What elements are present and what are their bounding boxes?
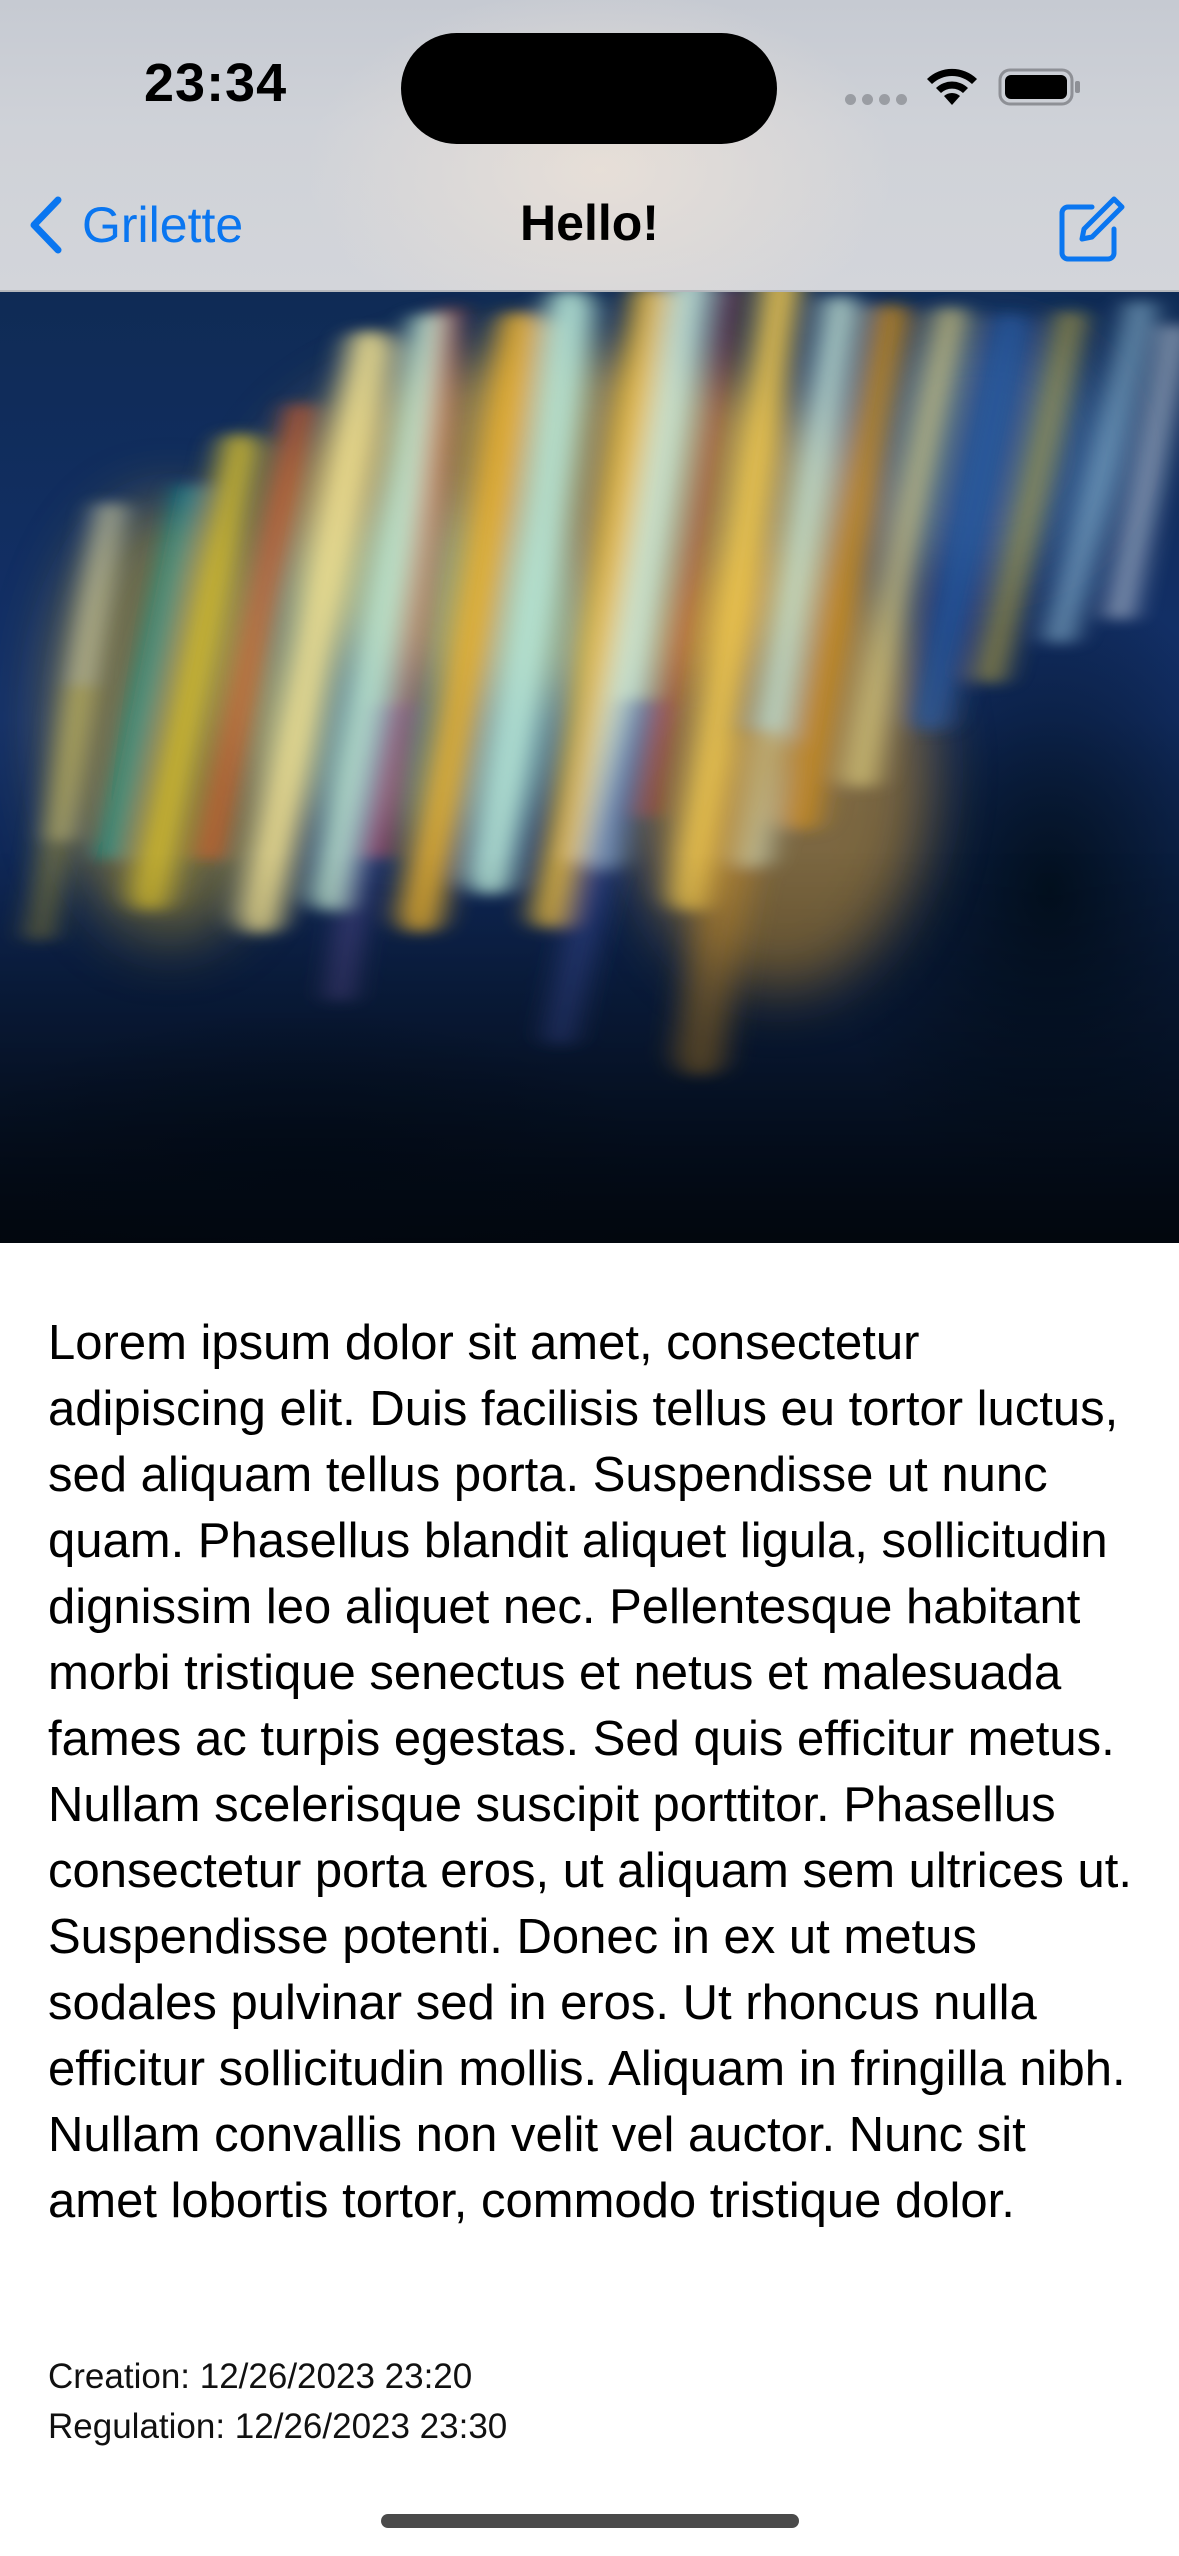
status-time: 23:34: [144, 53, 288, 113]
creation-date: Creation: 12/26/2023 23:20: [48, 2357, 473, 2396]
navigation-header: 23:34 Grilette Hello!: [0, 0, 1179, 292]
home-indicator[interactable]: [381, 2514, 799, 2528]
note-image: [0, 292, 1179, 1243]
note-body: Lorem ipsum dolor sit amet, consectetur …: [48, 1316, 1132, 2228]
note-dates: Creation: 12/26/2023 23:20 Regulation: 1…: [48, 2352, 507, 2452]
wifi-icon: [927, 68, 977, 105]
page-title: Hello!: [520, 195, 659, 251]
dynamic-island: [401, 33, 777, 144]
battery-icon: [998, 68, 1080, 106]
signal-icon: [845, 94, 907, 106]
compose-icon[interactable]: [1056, 195, 1126, 265]
abstract-light-image: [0, 292, 1179, 1243]
regulation-date: Regulation: 12/26/2023 23:30: [48, 2407, 508, 2446]
